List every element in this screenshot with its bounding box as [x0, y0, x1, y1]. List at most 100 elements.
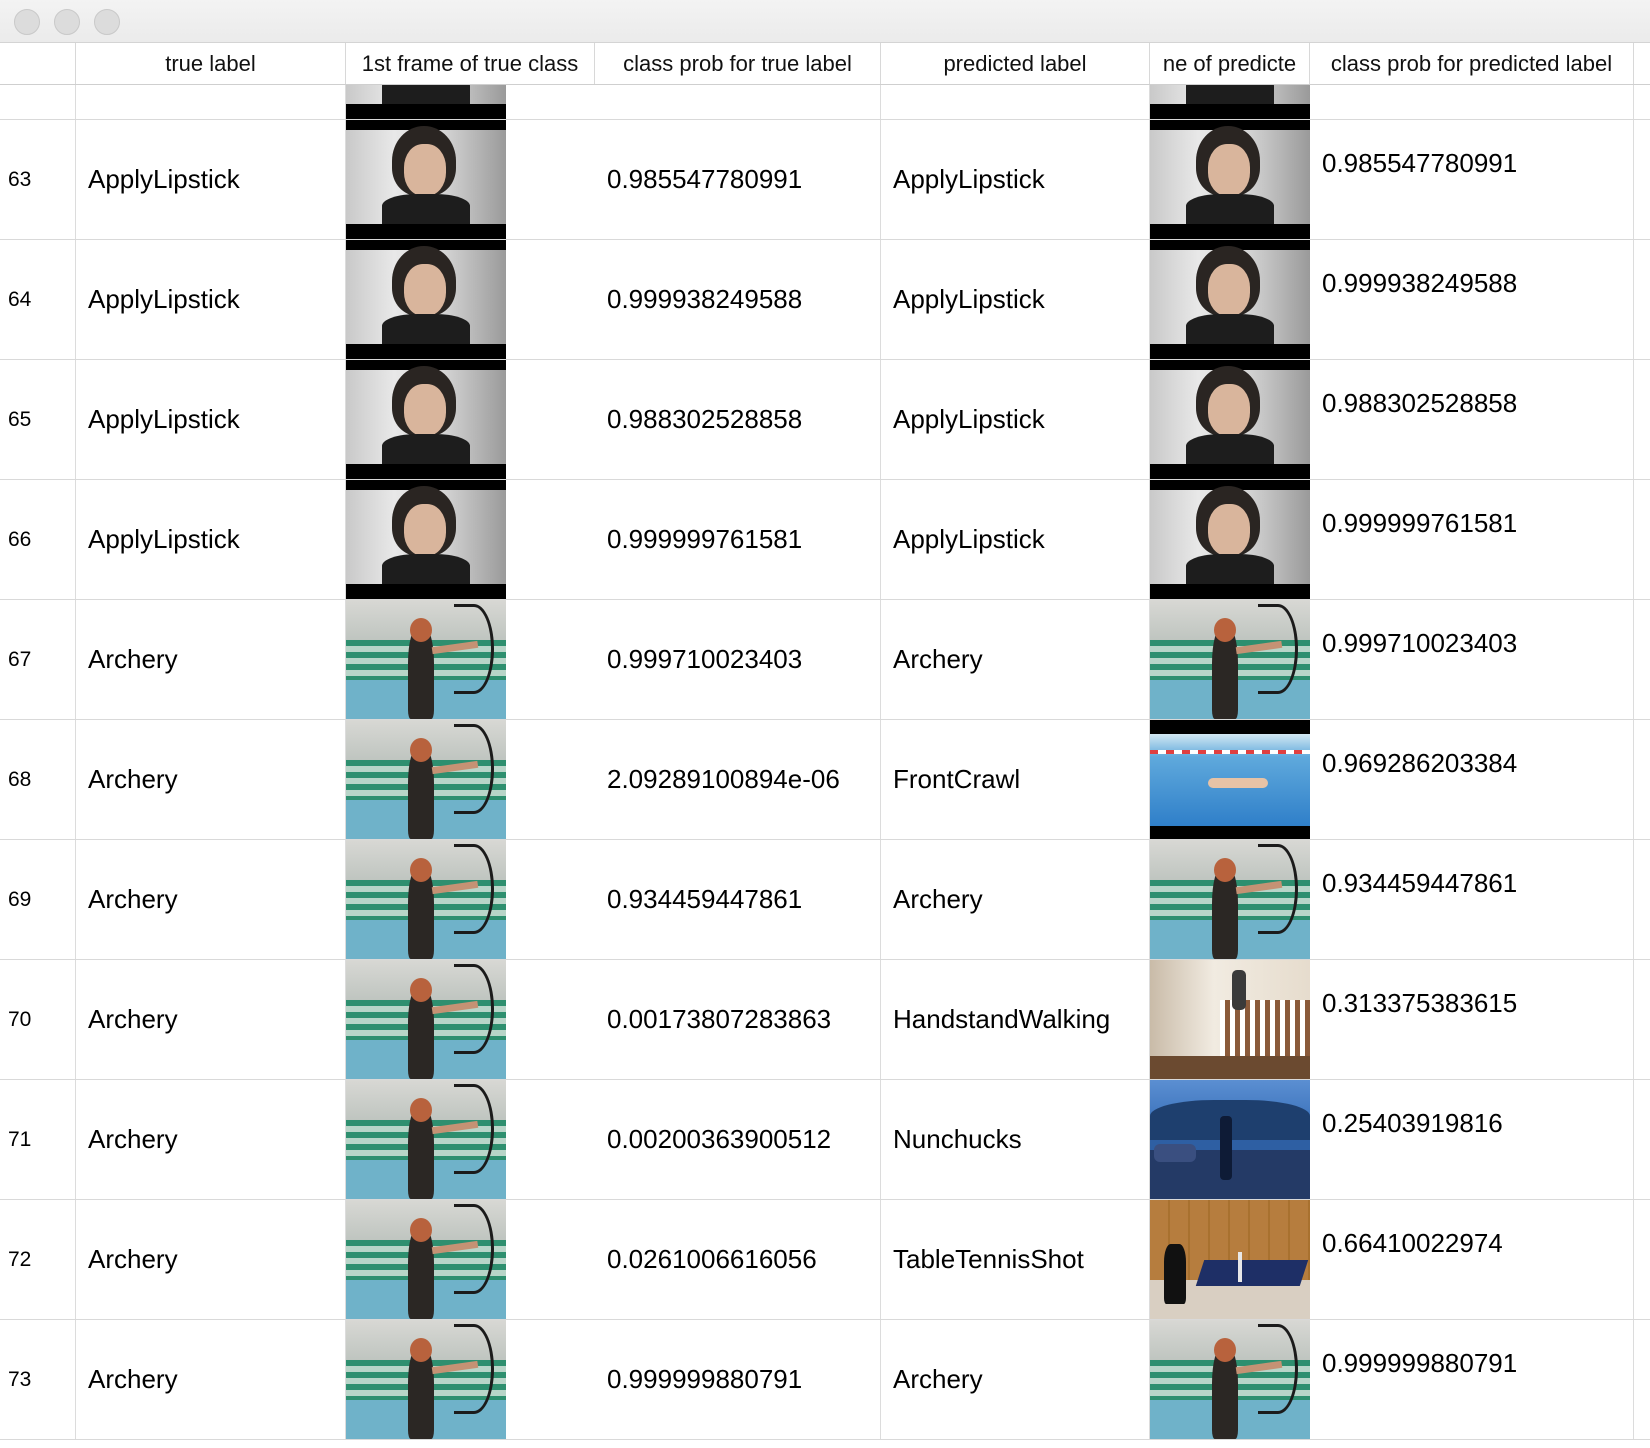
- row-index: 67: [0, 600, 76, 719]
- true-frame-thumbnail: [346, 360, 506, 479]
- row-index: 72: [0, 1200, 76, 1319]
- table-body[interactable]: 63 ApplyLipstick 0.985547780991 ApplyLipsti…: [0, 85, 1650, 1448]
- predicted-prob-cell: 0.999938249588: [1310, 240, 1634, 359]
- predicted-prob-cell: 0.988302528858: [1310, 360, 1634, 479]
- header-prob-true[interactable]: class prob for true label: [595, 43, 881, 84]
- predicted-label-cell: TableTennisShot: [881, 1200, 1150, 1319]
- predicted-frame-thumbnail: [1150, 720, 1310, 839]
- predicted-frame-thumbnail: [1150, 1080, 1310, 1199]
- true-frame-thumbnail: [346, 1080, 506, 1199]
- table-row[interactable]: 69 Archery 0.934459447861 Archery 0.93445944…: [0, 840, 1650, 960]
- true-frame-thumbnail: [346, 480, 506, 599]
- true-prob-cell: 0.999938249588: [595, 240, 881, 359]
- predicted-prob-cell: 0.25403919816: [1310, 1080, 1634, 1199]
- predicted-frame-thumbnail: [1150, 480, 1310, 599]
- true-label-cell: ApplyLipstick: [76, 120, 346, 239]
- predicted-label-cell: Archery: [881, 1320, 1150, 1439]
- predicted-label-cell: ApplyLipstick: [881, 240, 1150, 359]
- true-label-cell: ApplyLipstick: [76, 480, 346, 599]
- predicted-prob-cell: 0.999710023403: [1310, 600, 1634, 719]
- true-prob-cell: 0.0261006616056: [595, 1200, 881, 1319]
- table-row[interactable]: 64 ApplyLipstick 0.999938249588 ApplyLipsti…: [0, 240, 1650, 360]
- predicted-label-cell: Nunchucks: [881, 1080, 1150, 1199]
- predicted-label-cell: Archery: [881, 600, 1150, 719]
- row-index: 68: [0, 720, 76, 839]
- table-window: true label 1st frame of true class class…: [0, 0, 1650, 1448]
- header-pred-frame[interactable]: ne of predicte: [1150, 43, 1310, 84]
- row-index: 71: [0, 1080, 76, 1199]
- zoom-window-button[interactable]: [94, 9, 120, 35]
- table-row[interactable]: 66 ApplyLipstick 0.999999761581 ApplyLipsti…: [0, 480, 1650, 600]
- row-index: 70: [0, 960, 76, 1079]
- table-row[interactable]: 65 ApplyLipstick 0.988302528858 ApplyLipsti…: [0, 360, 1650, 480]
- predicted-prob-cell: 0.313375383615: [1310, 960, 1634, 1079]
- row-index: 64: [0, 240, 76, 359]
- true-frame-thumbnail: [346, 600, 506, 719]
- true-prob-cell: 0.999999761581: [595, 480, 881, 599]
- header-predicted-label[interactable]: predicted label: [881, 43, 1150, 84]
- true-label-cell: ApplyLipstick: [76, 360, 346, 479]
- true-prob-cell: 2.09289100894e-06: [595, 720, 881, 839]
- header-true-frame[interactable]: 1st frame of true class: [346, 43, 595, 84]
- predicted-frame-thumbnail: [1150, 960, 1310, 1079]
- predicted-frame-thumbnail: [1150, 360, 1310, 479]
- table-row[interactable]: [0, 85, 1650, 120]
- predicted-label-cell: ApplyLipstick: [881, 120, 1150, 239]
- predicted-frame-thumbnail: [1150, 840, 1310, 959]
- true-frame-thumbnail: [346, 240, 506, 359]
- true-label-cell: Archery: [76, 960, 346, 1079]
- true-frame-thumbnail: [346, 1320, 506, 1439]
- predicted-label-cell: ApplyLipstick: [881, 480, 1150, 599]
- true-label-cell: Archery: [76, 720, 346, 839]
- true-prob-cell: 0.934459447861: [595, 840, 881, 959]
- close-window-button[interactable]: [14, 9, 40, 35]
- true-prob-cell: 0.999710023403: [595, 600, 881, 719]
- predicted-frame-thumbnail: [1150, 240, 1310, 359]
- true-frame-thumbnail: [346, 720, 506, 839]
- frame-thumbnail: [346, 85, 506, 119]
- header-prob-pred[interactable]: class prob for predicted label: [1310, 43, 1634, 84]
- predicted-prob-cell: 0.66410022974: [1310, 1200, 1634, 1319]
- table-row[interactable]: 63 ApplyLipstick 0.985547780991 ApplyLipsti…: [0, 120, 1650, 240]
- predicted-prob-cell: 0.969286203384: [1310, 720, 1634, 839]
- true-prob-cell: 0.999999880791: [595, 1320, 881, 1439]
- true-frame-thumbnail: [346, 1200, 506, 1319]
- table-row[interactable]: 71 Archery 0.00200363900512 Nunchucks 0.2540…: [0, 1080, 1650, 1200]
- row-index: 69: [0, 840, 76, 959]
- true-prob-cell: 0.00200363900512: [595, 1080, 881, 1199]
- header-true-label[interactable]: true label: [76, 43, 346, 84]
- table-cell: [881, 85, 1150, 119]
- true-label-cell: ApplyLipstick: [76, 240, 346, 359]
- predicted-label-cell: ApplyLipstick: [881, 360, 1150, 479]
- true-frame-thumbnail: [346, 840, 506, 959]
- table-cell: [595, 85, 881, 119]
- minimize-window-button[interactable]: [54, 9, 80, 35]
- table-header: true label 1st frame of true class class…: [0, 43, 1650, 85]
- predicted-label-cell: Archery: [881, 840, 1150, 959]
- title-bar: [0, 0, 1650, 43]
- true-label-cell: Archery: [76, 840, 346, 959]
- row-index: 66: [0, 480, 76, 599]
- frame-thumbnail: [1150, 85, 1310, 119]
- true-prob-cell: 0.00173807283863: [595, 960, 881, 1079]
- row-index: 73: [0, 1320, 76, 1439]
- predicted-frame-thumbnail: [1150, 1200, 1310, 1319]
- true-prob-cell: 0.985547780991: [595, 120, 881, 239]
- predicted-frame-thumbnail: [1150, 120, 1310, 239]
- table-row[interactable]: 72 Archery 0.0261006616056 TableTennisShot 0…: [0, 1200, 1650, 1320]
- table-row[interactable]: 73 Archery 0.999999880791 Archery 0.99999988…: [0, 1320, 1650, 1440]
- table-row[interactable]: 68 Archery 2.09289100894e-06 FrontCrawl 0.96…: [0, 720, 1650, 840]
- true-frame-thumbnail: [346, 120, 506, 239]
- table-cell: [1310, 85, 1634, 119]
- predicted-label-cell: FrontCrawl: [881, 720, 1150, 839]
- table-row[interactable]: 70 Archery 0.00173807283863 HandstandWalkin…: [0, 960, 1650, 1080]
- header-index[interactable]: [0, 43, 76, 84]
- table-row[interactable]: 67 Archery 0.999710023403 Archery 0.99971002…: [0, 600, 1650, 720]
- row-index: 65: [0, 360, 76, 479]
- table-cell: [0, 85, 76, 119]
- predicted-prob-cell: 0.999999761581: [1310, 480, 1634, 599]
- predicted-prob-cell: 0.934459447861: [1310, 840, 1634, 959]
- table-cell: [76, 85, 346, 119]
- predicted-frame-thumbnail: [1150, 1320, 1310, 1439]
- predicted-prob-cell: 0.999999880791: [1310, 1320, 1634, 1439]
